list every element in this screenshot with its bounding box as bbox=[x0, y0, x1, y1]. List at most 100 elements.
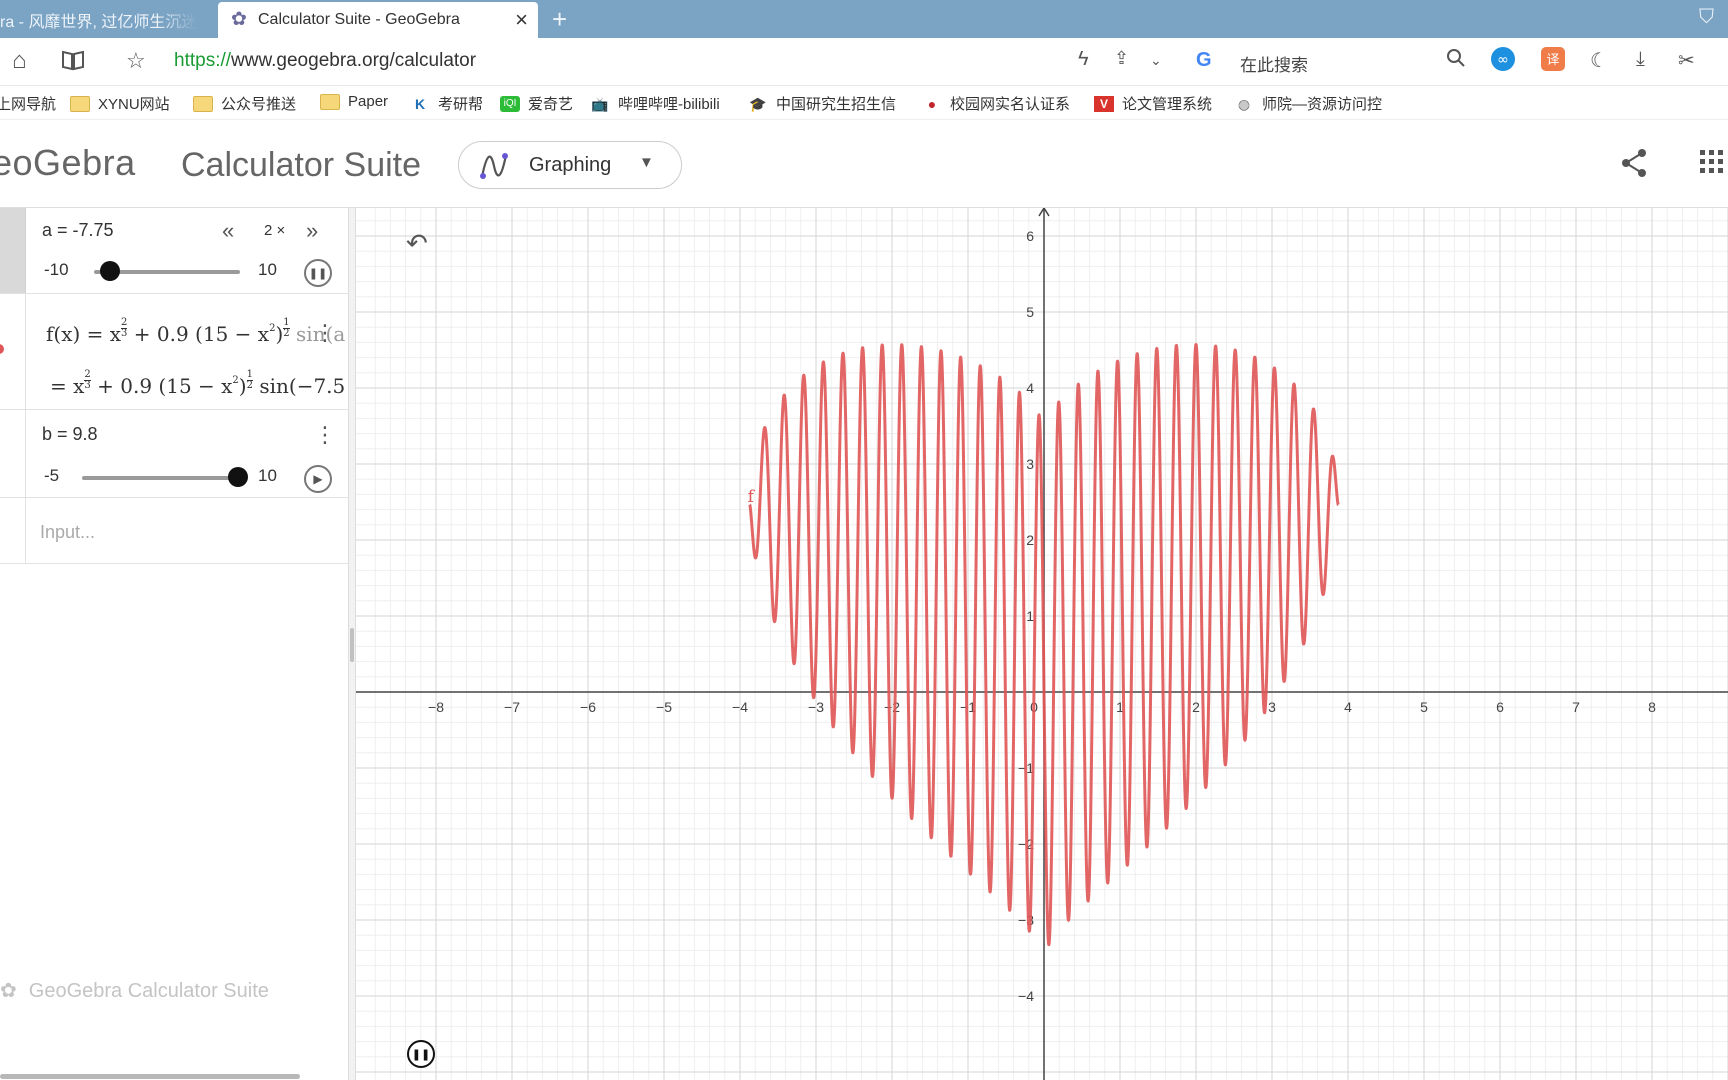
close-icon[interactable]: × bbox=[515, 7, 528, 33]
folder-icon bbox=[193, 95, 213, 112]
home-icon[interactable]: ⌂ bbox=[12, 47, 27, 75]
reader-icon[interactable] bbox=[60, 47, 86, 80]
bookmark-item[interactable]: ● 校园网实名认证系 bbox=[922, 93, 1070, 114]
algebra-row-slider-a[interactable]: a = -7.75 « 2 × » -10 10 ❚❚ bbox=[0, 208, 352, 294]
globe-icon: ◍ bbox=[1237, 95, 1251, 112]
horizontal-scrollbar[interactable] bbox=[0, 1074, 300, 1079]
geogebra-icon: ✿ bbox=[0, 980, 17, 1002]
slider-max: 10 bbox=[258, 466, 277, 485]
undo-icon[interactable]: ↶ bbox=[406, 228, 428, 259]
x-tick-label: −4 bbox=[732, 699, 748, 715]
bookmark-item[interactable]: 公众号推送 bbox=[193, 93, 296, 114]
algebra-row-function[interactable]: f(x) = x2 3 + 0.9 (15 − x2)1 2 sin(a ⋮ = x… bbox=[0, 294, 352, 410]
bookmark-item[interactable]: 上网导航 bbox=[0, 93, 56, 114]
function-plot[interactable]: −8 −7 −6 −5 −4 −3 −2 −1 0 1 2 3 4 5 6 7 8−4−3−2−1123456f bbox=[356, 208, 1728, 1080]
pause-animation-icon[interactable]: ❚❚ bbox=[407, 1040, 435, 1068]
slider-track[interactable] bbox=[82, 476, 240, 480]
y-tick-label: 5 bbox=[1026, 304, 1034, 320]
row-marker[interactable] bbox=[0, 294, 26, 409]
lightning-icon[interactable]: ϟ bbox=[1078, 48, 1089, 71]
x-tick-label: −7 bbox=[504, 699, 520, 715]
y-tick-label: 6 bbox=[1026, 228, 1034, 244]
bookmark-item[interactable]: iQI 爱奇艺 bbox=[500, 93, 573, 114]
pause-icon[interactable]: ❚❚ bbox=[304, 259, 332, 287]
chevron-down-icon[interactable]: ⌄ bbox=[1150, 52, 1162, 69]
slider-knob[interactable] bbox=[100, 261, 121, 281]
x-tick-label: 7 bbox=[1572, 699, 1580, 715]
shirt-icon[interactable]: ⛉ bbox=[1699, 6, 1714, 29]
row-marker bbox=[0, 498, 26, 563]
geogebra-icon: ✿ bbox=[231, 9, 247, 30]
speed-up-icon[interactable]: » bbox=[306, 218, 318, 244]
x-tick-label: 5 bbox=[1420, 699, 1428, 715]
share-page-icon[interactable]: ⇪ bbox=[1114, 48, 1129, 69]
search-icon[interactable] bbox=[1446, 48, 1466, 74]
browser-tab-bar: ra - 风靡世界, 过亿师生沉迷 ✿ Calculator Suite - G… bbox=[0, 0, 1728, 38]
algebra-input[interactable]: Input... bbox=[40, 522, 95, 543]
google-icon[interactable]: G bbox=[1196, 49, 1212, 72]
x-tick-label: 3 bbox=[1268, 699, 1276, 715]
play-icon[interactable]: ▶ bbox=[304, 465, 332, 493]
bookmark-item[interactable]: Paper bbox=[320, 93, 388, 110]
star-icon[interactable]: ☆ bbox=[126, 47, 146, 75]
drag-handle[interactable] bbox=[350, 628, 354, 662]
share-icon[interactable] bbox=[1620, 148, 1648, 178]
x-tick-label: −6 bbox=[580, 699, 596, 715]
bilibili-icon: 📺 bbox=[591, 95, 609, 112]
footer-branding: ✿ GeoGebra Calculator Suite bbox=[0, 980, 269, 1002]
more-options-icon[interactable]: ⋮ bbox=[314, 322, 336, 344]
x-tick-label: 4 bbox=[1344, 699, 1352, 715]
bookmark-item[interactable]: 🎓 中国研究生招生信 bbox=[748, 93, 896, 114]
geogebra-logo[interactable]: eoGebra bbox=[0, 142, 136, 184]
bookmark-item[interactable]: V 论文管理系统 bbox=[1094, 93, 1212, 114]
scissors-icon[interactable]: ✂ bbox=[1678, 48, 1695, 73]
row-marker[interactable] bbox=[0, 410, 26, 497]
caret-down-icon: ▼ bbox=[639, 154, 654, 171]
app-header: eoGebra Calculator Suite Graphing ▼ bbox=[0, 120, 1728, 208]
address-bar: ⌂ ☆ https://www.geogebra.org/calculator … bbox=[0, 38, 1728, 86]
graduation-cap-icon: 🎓 bbox=[749, 95, 767, 112]
row-marker[interactable] bbox=[0, 208, 26, 293]
url-field[interactable]: https://www.geogebra.org/calculator bbox=[174, 50, 476, 72]
algebra-view: a = -7.75 « 2 × » -10 10 ❚❚ f(x) = x2 3 +… bbox=[0, 208, 352, 1080]
animation-speed[interactable]: 2 × bbox=[264, 222, 285, 239]
translate-icon[interactable]: 译 bbox=[1540, 46, 1566, 78]
function-definition[interactable]: f(x) = x2 3 + 0.9 (15 − x2)1 2 sin(a bbox=[46, 318, 345, 347]
search-input[interactable]: 在此搜索 bbox=[1240, 51, 1308, 76]
iqiyi-icon: iQI bbox=[500, 95, 520, 112]
bookmark-item[interactable]: ◍ 师院—资源访问控 bbox=[1234, 93, 1382, 114]
slider-label[interactable]: b = 9.8 bbox=[42, 424, 98, 445]
x-tick-label: 6 bbox=[1496, 699, 1504, 715]
new-tab-button[interactable]: + bbox=[552, 4, 567, 35]
folder-icon bbox=[70, 95, 90, 112]
function-value: = x2 3 + 0.9 (15 − x2)1 2 sin(−7.5 bbox=[50, 369, 346, 399]
campus-icon: ● bbox=[927, 95, 937, 112]
kaoyan-icon: K bbox=[414, 95, 426, 112]
slider-min: -10 bbox=[44, 260, 69, 279]
panel-divider[interactable] bbox=[348, 208, 356, 1080]
moon-icon[interactable]: ☾ bbox=[1590, 48, 1608, 73]
graphics-view[interactable]: −8 −7 −6 −5 −4 −3 −2 −1 0 1 2 3 4 5 6 7 8 −4 −3 −2 −1 1 2 3 4 5 6 f bbox=[356, 208, 1728, 1080]
download-icon[interactable]: ⤓ bbox=[1636, 48, 1645, 71]
x-tick-label: 8 bbox=[1648, 699, 1656, 715]
bookmark-item[interactable]: 📺 哔哩哔哩-bilibili bbox=[590, 93, 719, 114]
bookmark-item[interactable]: K 考研帮 bbox=[410, 93, 483, 114]
bookmarks-bar: 上网导航 XYNU网站 公众号推送 Paper K 考研帮 iQI 爱奇艺 📺 哔哩哔… bbox=[0, 86, 1728, 120]
algebra-input-row[interactable]: Input... bbox=[0, 498, 352, 564]
app-picker-dropdown[interactable]: Graphing ▼ bbox=[458, 141, 682, 189]
slow-down-icon[interactable]: « bbox=[222, 218, 234, 244]
x-tick-label: −2 bbox=[884, 699, 900, 715]
apps-grid-icon[interactable] bbox=[1700, 150, 1724, 174]
y-tick-label: 1 bbox=[1026, 608, 1034, 624]
algebra-row-slider-b[interactable]: b = 9.8 ⋮ -5 10 ▶ bbox=[0, 410, 352, 498]
slider-knob[interactable] bbox=[227, 467, 248, 487]
tab-title: ra - 风靡世界, 过亿师生沉迷 bbox=[0, 14, 198, 31]
slider-label[interactable]: a = -7.75 bbox=[42, 220, 114, 241]
browser-tab-active[interactable]: ✿ Calculator Suite - GeoGebra × bbox=[218, 2, 538, 38]
visibility-dot[interactable] bbox=[0, 344, 4, 354]
more-options-icon[interactable]: ⋮ bbox=[314, 424, 336, 446]
bookmark-item[interactable]: XYNU网站 bbox=[70, 93, 170, 114]
infinity-icon[interactable]: ∞ bbox=[1490, 46, 1516, 78]
browser-tab[interactable]: ra - 风靡世界, 过亿师生沉迷 bbox=[0, 2, 212, 38]
y-tick-label: 3 bbox=[1026, 456, 1034, 472]
